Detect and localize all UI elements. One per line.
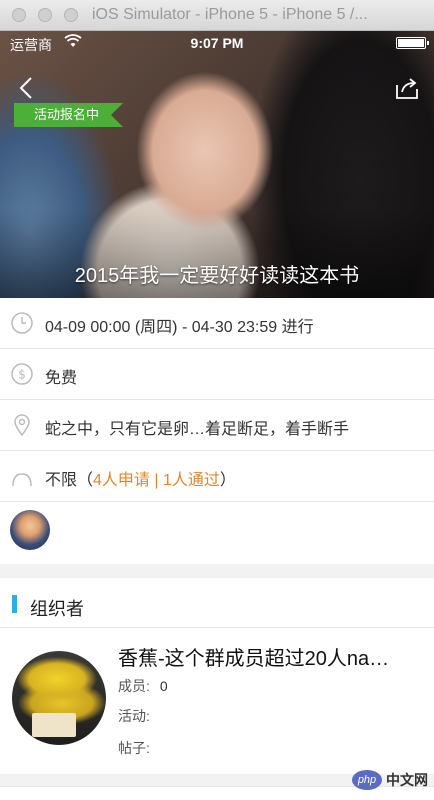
event-cover-image: 运营商 9:07 PM 活动报名中 2015年我一定要好好读读这本书 [0,31,434,298]
event-price-row: $ 免费 [0,349,434,400]
status-time: 9:07 PM [190,35,244,51]
organizer-avatar-sign [32,713,76,737]
posts-label: 帖子: [118,740,150,756]
dollar-icon: $ [11,363,33,385]
ios-status-bar: 运营商 9:07 PM [0,31,434,55]
registration-status-badge: 活动报名中 [14,103,123,127]
zoom-window-button[interactable] [64,8,78,22]
organizer-header: 组织者 [0,578,434,628]
event-price-text: 免费 [45,370,78,387]
organizer-activities: 活动: [118,706,150,726]
activities-label: 活动: [118,708,150,724]
window-title: iOS Simulator - iPhone 5 - iPhone 5 /... [92,6,368,23]
organizer-section-title: 组织者 [30,599,84,619]
event-location-row[interactable]: 蛇之中，只有它是卵…着足断足，着手断手 [0,400,434,451]
limit-suffix: ） [219,472,236,489]
minimize-window-button[interactable] [38,8,52,22]
watermark-logo: php [352,770,382,790]
section-accent-bar [12,595,17,613]
organizer-name[interactable]: 香蕉-这个群成员超过20人na… [118,642,418,671]
site-watermark: php 中文网 [352,766,428,794]
person-icon [12,473,32,487]
participant-avatars [0,502,434,564]
organizer-members: 成员: 0 [118,676,168,696]
applicant-count-link[interactable]: 4人申请 | 1人通过 [93,472,220,489]
event-time-text: 04-09 00:00 (周四) - 04-30 23:59 进行 [45,319,314,336]
watermark-text: 中文网 [386,772,428,788]
location-pin-icon [14,414,30,437]
participant-limit-row[interactable]: 不限（4人申请 | 1人通过） [0,451,434,502]
event-time-row: 04-09 00:00 (周四) - 04-30 23:59 进行 [0,298,434,349]
event-location-text: 蛇之中，只有它是卵…着足断足，着手断手 [45,421,350,438]
organizer-section: 组织者 香蕉-这个群成员超过20人na… 成员: 0 活动: 帖子: [0,578,434,774]
event-info-list: 04-09 00:00 (周四) - 04-30 23:59 进行 $ 免费 蛇… [0,298,434,564]
members-value: 0 [159,678,168,694]
organizer-avatar[interactable] [12,651,106,745]
members-label: 成员: [118,678,150,694]
battery-icon [396,37,429,49]
limit-prefix: 不限（ [45,472,94,489]
simulator-titlebar: iOS Simulator - iPhone 5 - iPhone 5 /... [0,0,434,31]
participant-limit-text: 不限（4人申请 | 1人通过） [45,466,236,490]
share-icon[interactable] [394,75,420,101]
close-window-button[interactable] [12,8,26,22]
event-title: 2015年我一定要好好读读这本书 [74,265,360,287]
back-arrow-icon[interactable] [14,75,40,101]
participant-avatar[interactable] [10,510,50,550]
clock-icon [11,312,33,334]
svg-text:$: $ [18,368,26,382]
organizer-posts: 帖子: [118,738,150,758]
